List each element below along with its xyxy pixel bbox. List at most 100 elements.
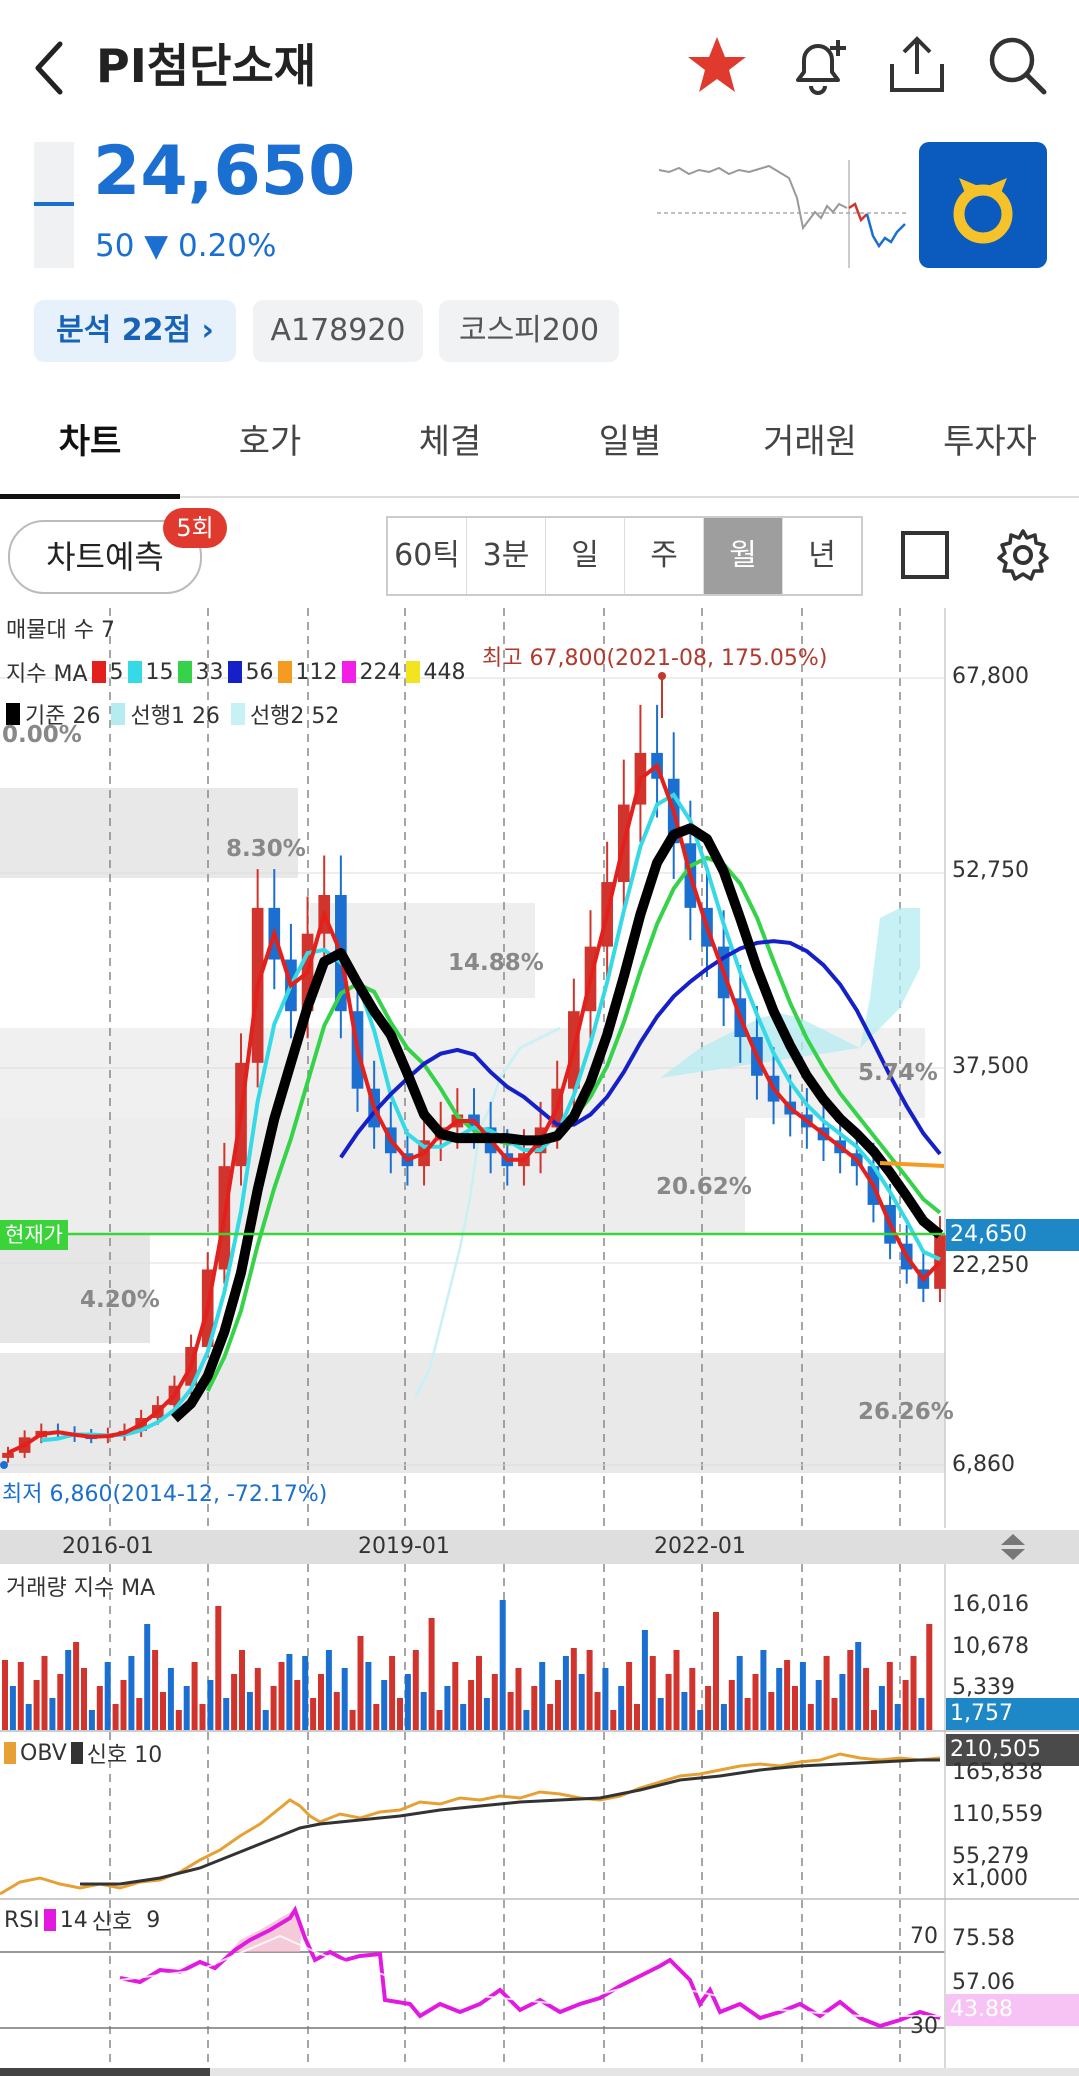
back-icon[interactable]	[30, 40, 70, 96]
tab-active-indicator	[0, 494, 180, 499]
date-axis[interactable]	[0, 1530, 1079, 1564]
volume-bar	[562, 1656, 569, 1730]
volume-bar	[499, 1600, 506, 1730]
current-price-left-tag: 현재가	[0, 1220, 68, 1250]
volume-bar	[491, 1674, 498, 1730]
volume-bar	[539, 1662, 546, 1730]
profile-pct-3: 5.74%	[858, 1060, 938, 1086]
ma5-label: 5	[109, 659, 124, 685]
tab-brokers[interactable]: 거래원	[720, 414, 900, 463]
sort-icon[interactable]	[998, 1531, 1028, 1563]
volume-bar	[2, 1660, 8, 1730]
volume-bar	[373, 1704, 380, 1730]
volume-bar	[381, 1680, 388, 1730]
current-price-tag: 24,650	[946, 1219, 1079, 1251]
high-label: 최고 67,800(2021-08, 175.05%)	[482, 646, 828, 671]
tab-trades[interactable]: 체결	[360, 414, 540, 463]
rsi-legend: RSI 14 신호 9	[4, 1904, 160, 1936]
volume-bar	[926, 1624, 933, 1730]
volume-bar	[239, 1650, 245, 1730]
star-icon[interactable]	[686, 34, 748, 96]
volume-bar	[349, 1710, 356, 1730]
stock-code-chip: A178920	[253, 300, 423, 362]
price-change: 50 ▼ 0.20%	[95, 228, 277, 264]
volume-bar	[278, 1662, 285, 1730]
mini-chart[interactable]	[657, 150, 907, 274]
y-tick-0: 67,800	[952, 664, 1029, 689]
tab-orderbook[interactable]: 호가	[180, 414, 360, 463]
rsi-label: RSI	[4, 1907, 40, 1933]
volume-profile-label: 매물대 수 7	[6, 618, 115, 643]
x-tick-2: 2022-01	[654, 1534, 746, 1559]
tab-investors[interactable]: 투자자	[900, 414, 1079, 463]
span1-swatch	[111, 703, 126, 725]
volume-bar	[673, 1650, 680, 1730]
profile-pct-1: 8.30%	[226, 836, 306, 862]
analysis-chip[interactable]: 분석 22점 ›	[34, 300, 236, 362]
period-60tick[interactable]: 60틱	[388, 518, 467, 594]
period-day[interactable]: 일	[546, 518, 625, 594]
candle	[2, 1452, 14, 1458]
volume-bars	[2, 1600, 933, 1730]
scroll-thumb[interactable]	[0, 2068, 210, 2076]
volume-bar	[468, 1680, 475, 1730]
share-icon[interactable]	[886, 34, 948, 96]
volume-bar	[902, 1680, 909, 1730]
volume-bar	[460, 1704, 467, 1730]
volume-bar	[847, 1650, 854, 1730]
volume-bar	[254, 1668, 261, 1730]
volume-bar	[33, 1680, 40, 1730]
volume-bar	[531, 1686, 538, 1730]
y-tick-3: 22,250	[952, 1253, 1029, 1278]
profile-pct-5: 4.20%	[80, 1287, 160, 1313]
volume-panel[interactable]	[0, 1564, 1079, 1732]
ma224-swatch	[341, 661, 356, 683]
obv-signal-line	[80, 1758, 940, 1886]
search-icon[interactable]	[986, 34, 1048, 96]
volume-bar	[665, 1674, 672, 1730]
period-3min[interactable]: 3분	[467, 518, 546, 594]
volume-bar	[736, 1656, 743, 1730]
volume-bar	[871, 1710, 877, 1730]
volume-bar	[286, 1654, 293, 1730]
volume-bar	[199, 1704, 206, 1730]
bell-plus-icon[interactable]	[786, 34, 850, 98]
ma448-swatch	[405, 661, 420, 683]
volume-bar	[697, 1710, 704, 1730]
obv-swatch	[4, 1742, 16, 1764]
volume-bar	[547, 1704, 554, 1730]
volume-bar	[175, 1710, 182, 1730]
period-month[interactable]: 월	[704, 518, 783, 594]
volume-bar	[507, 1692, 514, 1730]
checkbox-icon[interactable]	[900, 530, 950, 580]
rsi-level-30: 30	[910, 2014, 938, 2039]
volume-bar	[657, 1698, 664, 1730]
volume-bar	[404, 1674, 411, 1730]
volume-bar	[476, 1656, 482, 1730]
ma15-label: 15	[145, 659, 174, 685]
volume-bar	[49, 1698, 56, 1730]
volume-bar	[436, 1710, 443, 1730]
volume-bar	[397, 1698, 403, 1730]
volume-bar	[81, 1668, 87, 1730]
span2-label: 선행2 52	[249, 704, 340, 729]
tab-daily[interactable]: 일별	[540, 414, 720, 463]
volume-bar	[160, 1692, 166, 1730]
volume-bar	[183, 1686, 190, 1730]
span2-swatch	[230, 703, 245, 725]
index-chip[interactable]: 코스피200	[439, 300, 619, 362]
volume-bar	[515, 1668, 522, 1730]
period-year[interactable]: 년	[783, 518, 861, 594]
rsi-period-label: 14	[59, 1907, 88, 1933]
volume-bar	[752, 1674, 759, 1730]
bottom-scrollbar[interactable]	[0, 2068, 1079, 2076]
gear-icon[interactable]	[996, 528, 1050, 582]
obv-line	[0, 1752, 941, 1896]
volume-bar	[246, 1692, 253, 1730]
volume-bar	[112, 1704, 119, 1730]
profile-pct-2: 14.88%	[448, 950, 544, 976]
tab-chart[interactable]: 차트	[0, 414, 180, 463]
volume-bar	[41, 1656, 48, 1730]
period-week[interactable]: 주	[625, 518, 704, 594]
volume-bar	[310, 1698, 317, 1730]
